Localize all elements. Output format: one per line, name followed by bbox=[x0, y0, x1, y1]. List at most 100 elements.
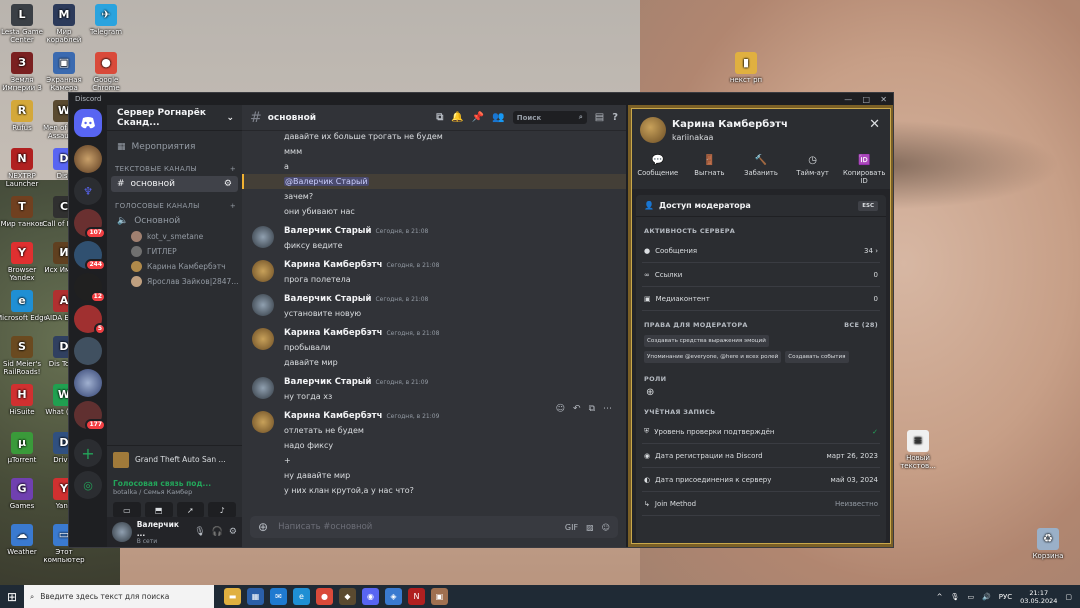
activity-panel[interactable]: Grand Theft Auto San ... bbox=[107, 445, 242, 473]
volume-icon[interactable]: 🔊 bbox=[982, 593, 991, 601]
server-header[interactable]: Сервер Рогнарёк Сканд... ⌄ bbox=[107, 105, 242, 131]
screen-share-icon[interactable]: ⬒ bbox=[144, 502, 173, 518]
thread-icon[interactable]: ⧉ bbox=[589, 404, 595, 414]
dm-avatar[interactable] bbox=[74, 145, 102, 173]
desktop-icon[interactable]: ≡ Новый текстов... bbox=[892, 430, 944, 470]
network-icon[interactable]: ▭ bbox=[967, 593, 974, 601]
author-name[interactable]: Карина Камбербэтч bbox=[284, 411, 382, 421]
plus-circle-icon[interactable]: ⊕ bbox=[258, 520, 268, 534]
author-name[interactable]: Валерчик Старый bbox=[284, 294, 371, 304]
nextrp-icon[interactable]: N bbox=[408, 588, 425, 605]
reaction-icon[interactable]: ☺ bbox=[556, 404, 565, 414]
timeout-action[interactable]: ◷ Тайм-аут bbox=[788, 155, 838, 185]
emoji-icon[interactable]: ☺ bbox=[602, 523, 610, 532]
settings-icon[interactable]: ⚙ bbox=[224, 179, 232, 189]
more-icon[interactable]: ⋯ bbox=[603, 404, 612, 414]
add-server-icon[interactable]: + bbox=[74, 439, 102, 467]
add-role-icon[interactable]: ⊕ bbox=[636, 387, 886, 398]
plus-icon[interactable]: + bbox=[230, 202, 236, 210]
author-name[interactable]: Карина Камбербэтч bbox=[284, 328, 382, 338]
events-item[interactable]: ▦ Мероприятия bbox=[111, 139, 238, 155]
message-action[interactable]: 💬 Сообщение bbox=[633, 155, 683, 185]
photo-icon[interactable]: ▣ bbox=[431, 588, 448, 605]
voice-user[interactable]: Ярослав Зайков|2847... bbox=[107, 274, 242, 289]
channel-item-main[interactable]: # основной ⚙ bbox=[111, 176, 238, 192]
minimize-button[interactable]: — bbox=[844, 95, 852, 104]
threads-icon[interactable]: ⧉ bbox=[436, 112, 443, 123]
chevron-up-icon[interactable]: ^ bbox=[937, 593, 943, 601]
windows-start-icon[interactable]: ⊞ bbox=[0, 585, 24, 608]
copy-id-action[interactable]: 🆔 Копировать ID bbox=[839, 155, 889, 185]
avatar[interactable] bbox=[252, 377, 274, 399]
guild-icon[interactable]: 244 bbox=[74, 241, 106, 271]
avatar[interactable] bbox=[252, 328, 274, 350]
game-icon[interactable]: ◆ bbox=[339, 588, 356, 605]
discord-icon[interactable]: ◉ bbox=[362, 588, 379, 605]
avatar[interactable] bbox=[112, 522, 132, 542]
sticker-icon[interactable]: ▨ bbox=[586, 523, 594, 532]
bell-icon[interactable]: 🔔 bbox=[451, 112, 463, 123]
store-icon[interactable]: ▦ bbox=[247, 588, 264, 605]
avatar[interactable] bbox=[252, 260, 274, 282]
home-button[interactable] bbox=[74, 109, 102, 137]
avatar[interactable] bbox=[640, 117, 666, 143]
file-explorer-icon[interactable]: ▬ bbox=[224, 588, 241, 605]
desktop-icon[interactable]: ♻ Корзина bbox=[1022, 528, 1074, 560]
guild-icon[interactable]: 107 bbox=[74, 209, 106, 239]
guild-icon[interactable] bbox=[74, 369, 102, 397]
voice-user[interactable]: kot_v_smetane bbox=[107, 229, 242, 244]
close-icon[interactable]: ✕ bbox=[869, 117, 880, 132]
headphones-icon[interactable]: 🎧 bbox=[212, 527, 223, 537]
chrome-icon[interactable]: ● bbox=[316, 588, 333, 605]
author-name[interactable]: Валерчик Старый bbox=[284, 377, 371, 387]
mail-icon[interactable]: ✉ bbox=[270, 588, 287, 605]
activity-rocket-icon[interactable]: ➚ bbox=[176, 502, 205, 518]
language-indicator[interactable]: РУС bbox=[999, 593, 1012, 601]
author-name[interactable]: Валерчик Старый bbox=[284, 226, 371, 236]
guild-icon[interactable]: 177 bbox=[74, 401, 106, 431]
discover-icon[interactable]: ◎ bbox=[74, 471, 102, 499]
microphone-icon[interactable]: 🎙 bbox=[951, 593, 960, 601]
gif-button[interactable]: GIF bbox=[565, 523, 578, 532]
clock[interactable]: 21:17 03.05.2024 bbox=[1020, 589, 1057, 605]
avatar[interactable] bbox=[252, 411, 274, 433]
view-all-permissions[interactable]: ВСЕ (28) bbox=[844, 321, 878, 329]
plus-icon[interactable]: + bbox=[230, 165, 236, 173]
voice-status[interactable]: Голосовая связь под... bbox=[113, 479, 236, 488]
voice-category[interactable]: ГОЛОСОВЫЕ КАНАЛЫ + bbox=[107, 192, 242, 213]
microphone-icon[interactable]: 🎙 bbox=[194, 527, 205, 537]
guild-icon[interactable] bbox=[74, 337, 102, 365]
search-input[interactable]: Поиск ⌕ bbox=[512, 111, 587, 124]
guild-icon[interactable]: 12 bbox=[74, 273, 106, 303]
members-icon[interactable]: 👥 bbox=[492, 112, 504, 123]
guild-icon[interactable]: ♆ bbox=[74, 177, 102, 205]
edge-icon[interactable]: e bbox=[293, 588, 310, 605]
desktop-icon[interactable]: ▮ некст рп bbox=[720, 52, 772, 84]
pin-icon[interactable]: 📌 bbox=[472, 112, 484, 123]
message-composer[interactable]: ⊕ Написать #основной GIF ▨ ☺ bbox=[250, 516, 618, 538]
app-icon[interactable]: ◈ bbox=[385, 588, 402, 605]
voice-user[interactable]: ГИТЛЕР bbox=[107, 244, 242, 259]
avatar[interactable] bbox=[252, 226, 274, 248]
help-icon[interactable]: ? bbox=[612, 112, 618, 123]
desktop-icon[interactable]: ✈ Telegram bbox=[80, 4, 132, 36]
guild-icon[interactable]: 5 bbox=[74, 305, 106, 335]
activity-row[interactable]: ● Сообщения 34 › bbox=[642, 239, 880, 263]
gear-icon[interactable]: ⚙ bbox=[229, 527, 237, 537]
maximize-button[interactable]: □ bbox=[863, 95, 871, 104]
inbox-icon[interactable]: ▤ bbox=[595, 112, 604, 123]
notifications-icon[interactable]: ▢ bbox=[1065, 593, 1072, 601]
close-button[interactable]: ✕ bbox=[880, 95, 887, 104]
author-name[interactable]: Карина Камбербэтч bbox=[284, 260, 382, 270]
user-mention[interactable]: @Валерчик Старый bbox=[284, 177, 369, 186]
taskbar-search[interactable]: ⌕ Введите здесь текст для поиска bbox=[24, 585, 214, 608]
voice-user[interactable]: Карина Камбербэтч bbox=[107, 259, 242, 274]
esc-badge[interactable]: ESC bbox=[858, 200, 878, 211]
text-category[interactable]: ТЕКСТОВЫЕ КАНАЛЫ + bbox=[107, 155, 242, 176]
soundboard-icon[interactable]: ♪ bbox=[208, 502, 236, 518]
avatar[interactable] bbox=[252, 294, 274, 316]
voice-channel-main[interactable]: 🔈 Основной bbox=[111, 213, 238, 229]
ban-action[interactable]: 🔨 Забанить bbox=[736, 155, 786, 185]
desktop-icon[interactable]: ● Google Chrome bbox=[80, 52, 132, 92]
kick-action[interactable]: 🚪 Выгнать bbox=[684, 155, 734, 185]
